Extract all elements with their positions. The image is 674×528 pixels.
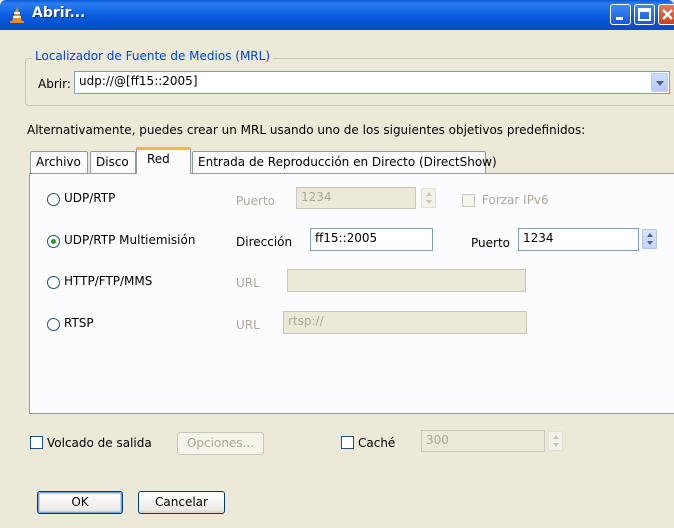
ok-button-label: OK [71, 495, 89, 509]
close-button[interactable] [658, 4, 674, 25]
tab-archivo-label: Archivo [36, 155, 81, 169]
tab-directshow[interactable]: Entrada de Reproducción en Directo (Dire… [192, 151, 497, 173]
rtsp-label: RTSP [64, 316, 94, 330]
open-dialog: Abrir... Localizador de Fuente de Medios… [0, 0, 674, 528]
tab-red[interactable]: Red [136, 147, 191, 174]
open-label: Abrir: [38, 77, 71, 91]
cache-spinner[interactable] [548, 431, 563, 451]
udp-port-input[interactable]: 1234 [296, 187, 416, 209]
tab-disco[interactable]: Disco [90, 151, 136, 173]
maximize-icon [638, 8, 651, 21]
options-button-label: Opciones... [186, 436, 255, 450]
window-title: Abrir... [32, 5, 86, 21]
vlc-cone-icon [10, 7, 24, 23]
maximize-button[interactable] [634, 4, 655, 25]
multicast-address-input[interactable]: ff15::2005 [310, 228, 433, 251]
title-bar[interactable]: Abrir... [0, 0, 674, 30]
udp-port-value: 1234 [301, 190, 332, 204]
http-radio[interactable] [47, 276, 60, 289]
udp-label: UDP/RTP [64, 191, 116, 205]
tab-red-label: Red [147, 152, 170, 166]
cache-checkbox[interactable] [341, 436, 354, 449]
options-button[interactable]: Opciones... [177, 432, 264, 455]
rtsp-url-input[interactable]: rtsp:// [283, 311, 527, 334]
cancel-button-label: Cancelar [155, 495, 208, 509]
multicast-port-input[interactable]: 1234 [518, 228, 639, 251]
http-url-input[interactable] [287, 269, 526, 292]
chevron-down-icon[interactable] [651, 73, 668, 92]
multicast-address-value: ff15::2005 [315, 231, 378, 245]
cache-value: 300 [426, 433, 449, 447]
mrl-group-title: Localizador de Fuente de Medios (MRL) [32, 49, 274, 63]
multicast-port-value: 1234 [523, 231, 554, 245]
mrl-combobox[interactable]: udp://@[ff15::2005] [74, 71, 670, 94]
output-dump-label: Volcado de salida [47, 436, 152, 450]
cache-label: Caché [358, 436, 396, 450]
udp-port-spinner[interactable] [421, 188, 436, 208]
tab-directshow-label: Entrada de Reproducción en Directo (Dire… [198, 155, 497, 169]
output-dump-checkbox[interactable] [30, 436, 43, 449]
cache-input[interactable]: 300 [421, 430, 545, 452]
rtsp-url-value: rtsp:// [288, 314, 324, 328]
multicast-address-label: Dirección [236, 235, 293, 249]
close-icon [662, 9, 673, 20]
minimize-button[interactable] [610, 4, 631, 25]
force-ipv6-label: Forzar IPv6 [482, 193, 549, 207]
alternative-text: Alternativamente, puedes crear un MRL us… [27, 123, 586, 137]
rtsp-url-label: URL [236, 318, 260, 332]
multicast-label: UDP/RTP Multiemisión [64, 233, 196, 247]
http-label: HTTP/FTP/MMS [64, 274, 153, 288]
ok-button[interactable]: OK [37, 491, 123, 514]
tab-archivo[interactable]: Archivo [30, 151, 88, 173]
rtsp-radio[interactable] [47, 318, 60, 331]
tab-disco-label: Disco [96, 155, 129, 169]
minimize-icon [616, 17, 623, 20]
force-ipv6-checkbox[interactable] [462, 194, 475, 207]
http-url-label: URL [236, 276, 260, 290]
network-tab-panel [29, 173, 674, 414]
udp-radio[interactable] [47, 193, 60, 206]
multicast-port-spinner[interactable] [642, 229, 657, 249]
cancel-button[interactable]: Cancelar [138, 491, 225, 514]
mrl-combobox-value: udp://@[ff15::2005] [79, 74, 198, 88]
udp-port-label: Puerto [236, 194, 275, 208]
multicast-port-label: Puerto [471, 236, 510, 250]
multicast-radio[interactable] [47, 235, 60, 248]
